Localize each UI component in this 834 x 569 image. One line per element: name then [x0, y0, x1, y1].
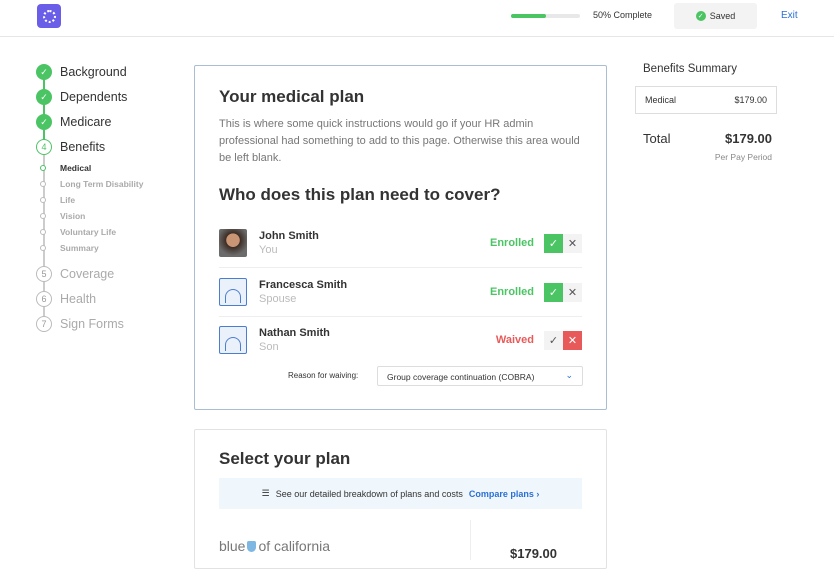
close-icon: ✕	[567, 238, 578, 250]
check-icon: ✓	[548, 286, 559, 299]
exit-link[interactable]: Exit	[781, 10, 798, 21]
check-icon: ✓	[548, 238, 559, 250]
close-icon: ✕	[567, 286, 578, 299]
substep-label: Medical	[60, 163, 92, 173]
coverage-heading: Who does this plan need to cover?	[219, 185, 501, 204]
step-label: Background	[60, 65, 127, 79]
step-health[interactable]: 6 Health	[36, 291, 96, 307]
person-icon	[225, 337, 241, 351]
substep-label: Long Term Disability	[60, 179, 144, 189]
enrollment-status: Enrolled	[489, 285, 534, 298]
dot-icon	[40, 181, 46, 187]
chevron-down-icon: ⌄	[565, 370, 573, 380]
step-number: 4	[36, 139, 52, 155]
dot-icon	[40, 245, 46, 251]
enroll-button[interactable]: ✓	[544, 282, 563, 302]
substep-label: Life	[60, 195, 76, 205]
step-label: Coverage	[60, 267, 115, 281]
step-label: Dependents	[60, 90, 128, 104]
step-background[interactable]: ✓ Background	[36, 64, 127, 80]
progress-bar	[511, 14, 580, 18]
divider	[470, 520, 471, 560]
provider-logo: blue of california	[219, 538, 331, 554]
saved-label: Saved	[709, 11, 736, 21]
substep-label: Vision	[60, 211, 86, 221]
step-label: Medicare	[60, 115, 112, 129]
waive-button[interactable]: ✕	[563, 282, 582, 302]
person-icon	[225, 288, 241, 303]
banner-text: See our detailed breakdown of plans and …	[275, 488, 463, 499]
page-title: Your medical plan	[219, 87, 365, 106]
shield-icon	[247, 541, 257, 552]
step-label: Health	[60, 292, 97, 306]
plan-price: $179.00	[510, 546, 557, 561]
substep-item[interactable]: Summary	[40, 243, 99, 253]
check-icon: ✓	[548, 335, 559, 347]
avatar	[219, 326, 247, 354]
substep-item[interactable]: Vision	[40, 211, 85, 221]
select-plan-title: Select your plan	[219, 449, 351, 468]
avatar	[219, 277, 247, 306]
step-benefits[interactable]: 4 Benefits	[36, 139, 105, 155]
step-label: Benefits	[60, 140, 106, 154]
pay-period-label: Per Pay Period	[714, 152, 772, 162]
person-relation: You	[259, 244, 278, 256]
step-sign-forms[interactable]: 7 Sign Forms	[36, 316, 124, 332]
substep-item[interactable]: Long Term Disability	[40, 179, 143, 189]
item-price: $179.00	[734, 95, 767, 105]
divider	[219, 316, 582, 317]
check-circle-icon: ✓	[695, 11, 706, 21]
summary-item-medical: Medical $179.00	[635, 86, 777, 114]
substep-label: Voluntary Life	[60, 227, 117, 237]
person-name: John Smith	[259, 230, 319, 242]
progress-line-done	[43, 72, 45, 147]
enrollment-status: Waived	[495, 334, 534, 346]
divider	[219, 267, 582, 268]
step-coverage[interactable]: 5 Coverage	[36, 266, 114, 282]
check-icon: ✓	[36, 64, 52, 80]
step-number: 7	[36, 316, 52, 332]
person-name: Nathan Smith	[259, 327, 330, 339]
check-icon: ✓	[36, 89, 52, 105]
waive-button[interactable]: ✕	[563, 234, 582, 253]
substep-label: Summary	[60, 243, 99, 253]
enroll-button[interactable]: ✓	[544, 331, 563, 350]
step-number: 6	[36, 291, 52, 307]
instructions-text: This is where some quick instructions wo…	[219, 118, 580, 164]
dot-icon	[40, 197, 46, 203]
list-icon: ☰	[261, 488, 270, 498]
brand-logo-icon[interactable]	[37, 4, 61, 28]
total-price: $179.00	[725, 131, 772, 146]
substep-item[interactable]: Medical	[40, 163, 91, 173]
enrollment-status: Enrolled	[489, 237, 534, 249]
enroll-button[interactable]: ✓	[544, 234, 563, 253]
select-value: Group coverage continuation (COBRA)	[387, 372, 535, 382]
saved-indicator: ✓ Saved	[674, 3, 757, 29]
close-icon: ✕	[567, 335, 578, 347]
substep-item[interactable]: Voluntary Life	[40, 227, 116, 237]
reason-label: Reason for waiving:	[288, 371, 359, 380]
compare-plans-link[interactable]: Compare plans ›	[469, 489, 540, 499]
check-icon: ✓	[36, 114, 52, 130]
summary-title: Benefits Summary	[643, 63, 737, 75]
waive-button[interactable]: ✕	[563, 331, 582, 350]
total-label: Total	[643, 131, 671, 146]
person-name: Francesca Smith	[259, 278, 348, 291]
dot-icon	[40, 213, 46, 219]
waive-reason-select[interactable]: Group coverage continuation (COBRA) ⌄	[377, 366, 583, 386]
step-medicare[interactable]: ✓ Medicare	[36, 114, 111, 130]
dot-icon	[40, 165, 46, 171]
step-label: Sign Forms	[60, 317, 124, 331]
person-relation: Spouse	[259, 292, 297, 305]
step-dependents[interactable]: ✓ Dependents	[36, 89, 127, 105]
step-number: 5	[36, 266, 52, 282]
substep-item[interactable]: Life	[40, 195, 75, 205]
avatar	[219, 229, 247, 257]
person-relation: Son	[259, 341, 279, 353]
dot-icon	[40, 229, 46, 235]
item-label: Medical	[645, 95, 677, 105]
compare-banner: ☰ See our detailed breakdown of plans and…	[219, 478, 582, 509]
progress-label: 50% Complete	[593, 10, 653, 20]
